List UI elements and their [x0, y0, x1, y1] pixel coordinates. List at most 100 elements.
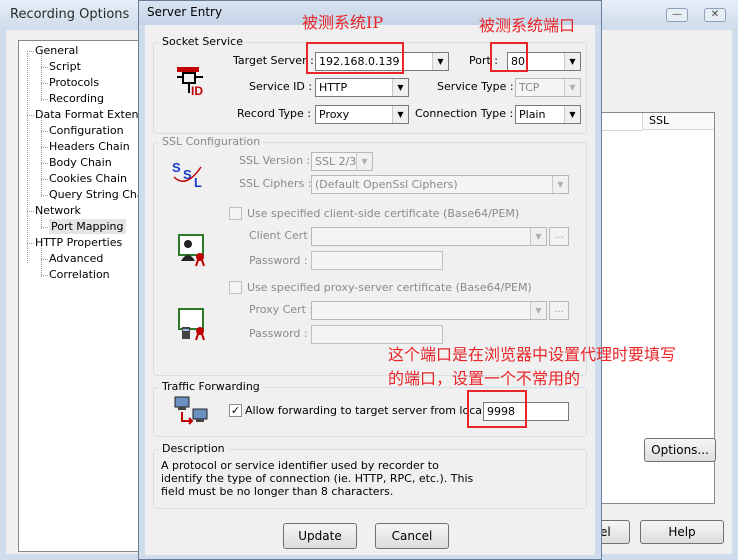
column-header-ssl[interactable]: SSL	[642, 113, 714, 130]
minimize-button[interactable]: —	[666, 8, 688, 22]
traffic-forwarding-group-label: Traffic Forwarding	[159, 380, 263, 393]
tree-item[interactable]: Data Format Extensio	[35, 107, 139, 122]
checkmark-icon: ✓	[230, 404, 241, 417]
connection-type-combo[interactable]: Plain ▼	[515, 105, 581, 124]
tree-item[interactable]: Network	[35, 203, 81, 218]
record-type-value: Proxy	[319, 108, 350, 121]
description-group-label: Description	[159, 442, 228, 455]
options-button[interactable]: Options...	[644, 438, 716, 462]
ssl-configuration-group-label: SSL Configuration	[159, 135, 264, 148]
tree-connector	[41, 53, 42, 101]
server-entry-dialog: Server Entry Socket Service ID Target Se…	[138, 0, 602, 560]
proxy-password-label: Password :	[249, 327, 308, 340]
record-type-combo[interactable]: Proxy ▼	[315, 105, 409, 124]
ssl-ciphers-combo: (Default OpenSsl Ciphers) ▼	[311, 175, 569, 194]
local-port-annotation-line2: 的端口，设置一个不常用的	[388, 369, 581, 388]
certificate-user-icon	[178, 234, 205, 267]
tree-connector	[27, 51, 34, 52]
options-tree[interactable]: General Script Protocols Recording Data Form…	[18, 40, 140, 552]
client-password-field	[311, 251, 443, 270]
close-icon: ✕	[710, 9, 720, 20]
dialog-client: Socket Service ID Target Server : 192.16…	[145, 25, 595, 555]
proxy-cert-combo: ▼	[311, 301, 547, 320]
connection-type-label: Connection Type :	[415, 107, 514, 120]
dropdown-arrow-icon: ▼	[356, 153, 372, 170]
socket-service-group-label: Socket Service	[159, 35, 246, 48]
tree-connector	[41, 67, 48, 68]
cancel-button[interactable]: Cancel	[375, 523, 449, 549]
proxy-cert-checkbox-label: Use specified proxy-server certificate (…	[247, 281, 532, 294]
dropdown-arrow-icon[interactable]: ▼	[564, 53, 580, 70]
dropdown-arrow-icon[interactable]: ▼	[432, 53, 448, 70]
tree-connector	[41, 259, 48, 260]
tree-connector	[27, 115, 34, 116]
svg-text:ID: ID	[191, 84, 203, 97]
close-button[interactable]: ✕	[704, 8, 726, 22]
help-button[interactable]: Help	[640, 520, 724, 544]
target-ip-annotation: 被测系统IP	[302, 13, 384, 32]
tree-connector	[27, 53, 28, 263]
tree-connector	[41, 179, 48, 180]
tree-item[interactable]: HTTP Properties	[35, 235, 122, 250]
certificate-server-icon	[178, 308, 205, 341]
proxy-cert-label: Proxy Cert :	[249, 303, 314, 316]
tree-connector	[41, 147, 48, 148]
connection-type-value: Plain	[519, 108, 546, 121]
tree-connector	[41, 195, 48, 196]
proxy-password-field	[311, 325, 443, 344]
tree-item[interactable]: Protocols	[49, 75, 99, 90]
tree-connector	[41, 275, 48, 276]
proxy-cert-browse-button: ...	[549, 301, 569, 320]
tree-item[interactable]: Query String Chair	[49, 187, 139, 202]
service-id-combo[interactable]: HTTP ▼	[315, 78, 409, 97]
client-cert-checkbox[interactable]	[229, 207, 242, 220]
tree-item[interactable]: Port Mapping	[49, 219, 126, 234]
client-cert-checkbox-label: Use specified client-side certificate (B…	[247, 207, 520, 220]
dropdown-arrow-icon: ▼	[552, 176, 568, 193]
client-cert-label: Client Cert :	[249, 229, 315, 242]
local-port-annotation-line1: 这个端口是在浏览器中设置代理时要填写	[388, 345, 677, 364]
ssl-icon: S S L	[172, 160, 202, 190]
tree-connector	[41, 99, 48, 100]
ssl-version-label: SSL Version :	[239, 154, 311, 167]
description-text: A protocol or service identifier used by…	[161, 459, 474, 498]
client-cert-combo: ▼	[311, 227, 547, 246]
tree-item[interactable]: Recording	[49, 91, 104, 106]
tree-item[interactable]: Headers Chain	[49, 139, 130, 154]
ssl-ciphers-label: SSL Ciphers :	[239, 177, 312, 190]
network-id-icon: ID	[177, 67, 203, 97]
window-title: Recording Options	[10, 7, 130, 22]
proxy-cert-checkbox[interactable]	[229, 281, 242, 294]
dropdown-arrow-icon[interactable]: ▼	[392, 79, 408, 96]
dropdown-arrow-icon[interactable]: ▼	[564, 106, 580, 123]
client-password-label: Password :	[249, 254, 308, 267]
svg-text:S: S	[172, 160, 181, 175]
port-highlight-box	[490, 42, 528, 72]
tree-connector	[27, 211, 34, 212]
update-button[interactable]: Update	[283, 523, 357, 549]
cancel-button-partial[interactable]: el	[598, 520, 630, 544]
target-server-label: Target Server :	[233, 54, 314, 67]
dropdown-arrow-icon[interactable]: ▼	[392, 106, 408, 123]
allow-forwarding-checkbox[interactable]: ✓	[229, 404, 242, 417]
service-id-label: Service ID :	[249, 80, 313, 93]
record-type-label: Record Type :	[237, 107, 311, 120]
tree-item[interactable]: Correlation	[49, 267, 110, 282]
table-header-divider	[602, 130, 642, 131]
ssl-ciphers-value: (Default OpenSsl Ciphers)	[315, 178, 458, 191]
forwarding-computers-icon	[174, 396, 208, 425]
tree-item[interactable]: Body Chain	[49, 155, 112, 170]
ssl-version-value: SSL 2/3	[315, 155, 357, 168]
dialog-title: Server Entry	[147, 5, 223, 19]
svg-text:L: L	[194, 175, 202, 190]
minimize-icon: —	[672, 9, 682, 20]
tree-item[interactable]: Configuration	[49, 123, 124, 138]
tree-connector	[27, 243, 34, 244]
tree-item[interactable]: Cookies Chain	[49, 171, 127, 186]
tree-item[interactable]: Advanced	[49, 251, 103, 266]
tree-item[interactable]: General	[35, 43, 78, 58]
service-type-value: TCP	[519, 81, 540, 94]
target-ip-highlight-box	[306, 42, 404, 74]
tree-connector	[41, 83, 48, 84]
tree-item[interactable]: Script	[49, 59, 81, 74]
